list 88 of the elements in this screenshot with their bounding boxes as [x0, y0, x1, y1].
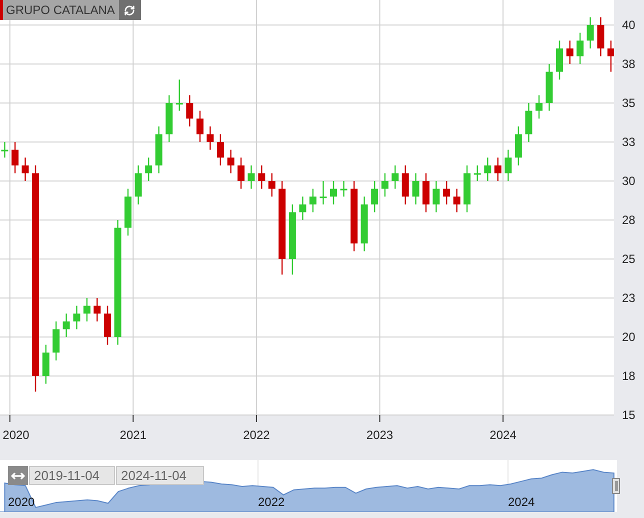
candlestick [206, 126, 214, 150]
candlestick [340, 181, 348, 197]
candlestick [556, 40, 563, 80]
candlestick [155, 126, 162, 174]
candlestick [134, 165, 142, 204]
y-axis-label: 20 [622, 330, 636, 344]
range-start-field[interactable]: 2019-11-04 [29, 466, 115, 485]
candlestick [464, 165, 471, 212]
x-axis-label: 2020 [2, 428, 30, 442]
candlestick [422, 173, 430, 212]
range-handle[interactable] [612, 478, 620, 494]
candlestick [62, 314, 70, 337]
refresh-button[interactable] [118, 0, 141, 20]
candlestick [525, 103, 532, 142]
candlestick [52, 321, 60, 360]
candlestick [94, 298, 101, 322]
range-toggle-button[interactable] [8, 466, 28, 485]
candlestick [402, 165, 409, 204]
candlestick [309, 188, 316, 212]
x-axis-tick [9, 414, 10, 422]
x-axis-tick [502, 414, 504, 422]
candlestick [350, 181, 358, 252]
candlestick [576, 32, 584, 64]
candlestick [238, 158, 245, 189]
y-axis-label: 35 [622, 96, 636, 110]
candlestick [145, 158, 152, 181]
candlestick [484, 158, 492, 181]
candlestick [42, 344, 50, 384]
candlestick [566, 40, 574, 64]
candlestick [227, 150, 234, 174]
candlestick [1, 142, 8, 158]
candlestick [412, 173, 420, 204]
candlestick [258, 165, 266, 189]
candlestick [453, 188, 460, 212]
y-axis-label: 18 [622, 369, 636, 383]
candlestick [216, 134, 224, 166]
candlestick [536, 95, 543, 119]
candlestick [299, 196, 306, 220]
x-axis-tick [256, 414, 257, 422]
y-axis-label: 28 [622, 213, 636, 227]
candlestick [494, 158, 502, 181]
x-axis-label: 2024 [490, 428, 516, 442]
candlestick [73, 306, 80, 330]
candlestick [248, 165, 255, 189]
candlestick [186, 95, 194, 126]
candlestick [166, 95, 173, 142]
candlestick [196, 110, 204, 142]
candlestick [586, 17, 594, 48]
range-end-field[interactable]: 2024-11-04 [116, 466, 204, 485]
y-axis-label: 15 [622, 408, 636, 422]
candlestick [176, 80, 183, 111]
navigator-year-label: 2024 [508, 494, 535, 511]
x-axis-label: 2021 [120, 428, 146, 442]
y-axis-label: 23 [622, 291, 636, 305]
y-axis-label: 25 [622, 252, 636, 266]
candlestick [371, 181, 378, 212]
y-axis-label: 40 [622, 18, 636, 32]
candlestick [514, 126, 522, 166]
x-axis-tick [132, 414, 134, 422]
candlestick [392, 165, 399, 189]
y-axis-label: 38 [622, 57, 636, 71]
x-axis-tick [379, 414, 380, 422]
candlestick [12, 142, 19, 174]
x-axis-label: 2023 [366, 428, 394, 442]
candlestick [504, 150, 512, 181]
candlestick [124, 188, 132, 236]
candlestick [607, 40, 614, 72]
candlestick [432, 181, 440, 212]
candlestick [22, 158, 29, 181]
candlestick [381, 173, 388, 197]
candlestick [83, 298, 90, 322]
x-axis-label: 2022 [243, 428, 270, 442]
symbol-label: GRUPO CATALANA [0, 0, 119, 20]
navigator-year-label: 2020 [8, 494, 35, 511]
candlestick [330, 181, 337, 204]
candlestick [360, 196, 368, 252]
y-axis-label: 33 [622, 135, 636, 149]
candlestick [268, 173, 276, 197]
candlestick [597, 17, 604, 56]
candlestick [288, 204, 296, 275]
refresh-icon [124, 4, 136, 16]
navigator-year-label: 2022 [258, 494, 285, 511]
candlestick [443, 181, 450, 204]
candlestick [320, 181, 327, 204]
candlestick [104, 306, 111, 345]
candlestick [546, 64, 553, 111]
candlestick [474, 165, 481, 181]
y-axis-label: 30 [622, 174, 636, 188]
